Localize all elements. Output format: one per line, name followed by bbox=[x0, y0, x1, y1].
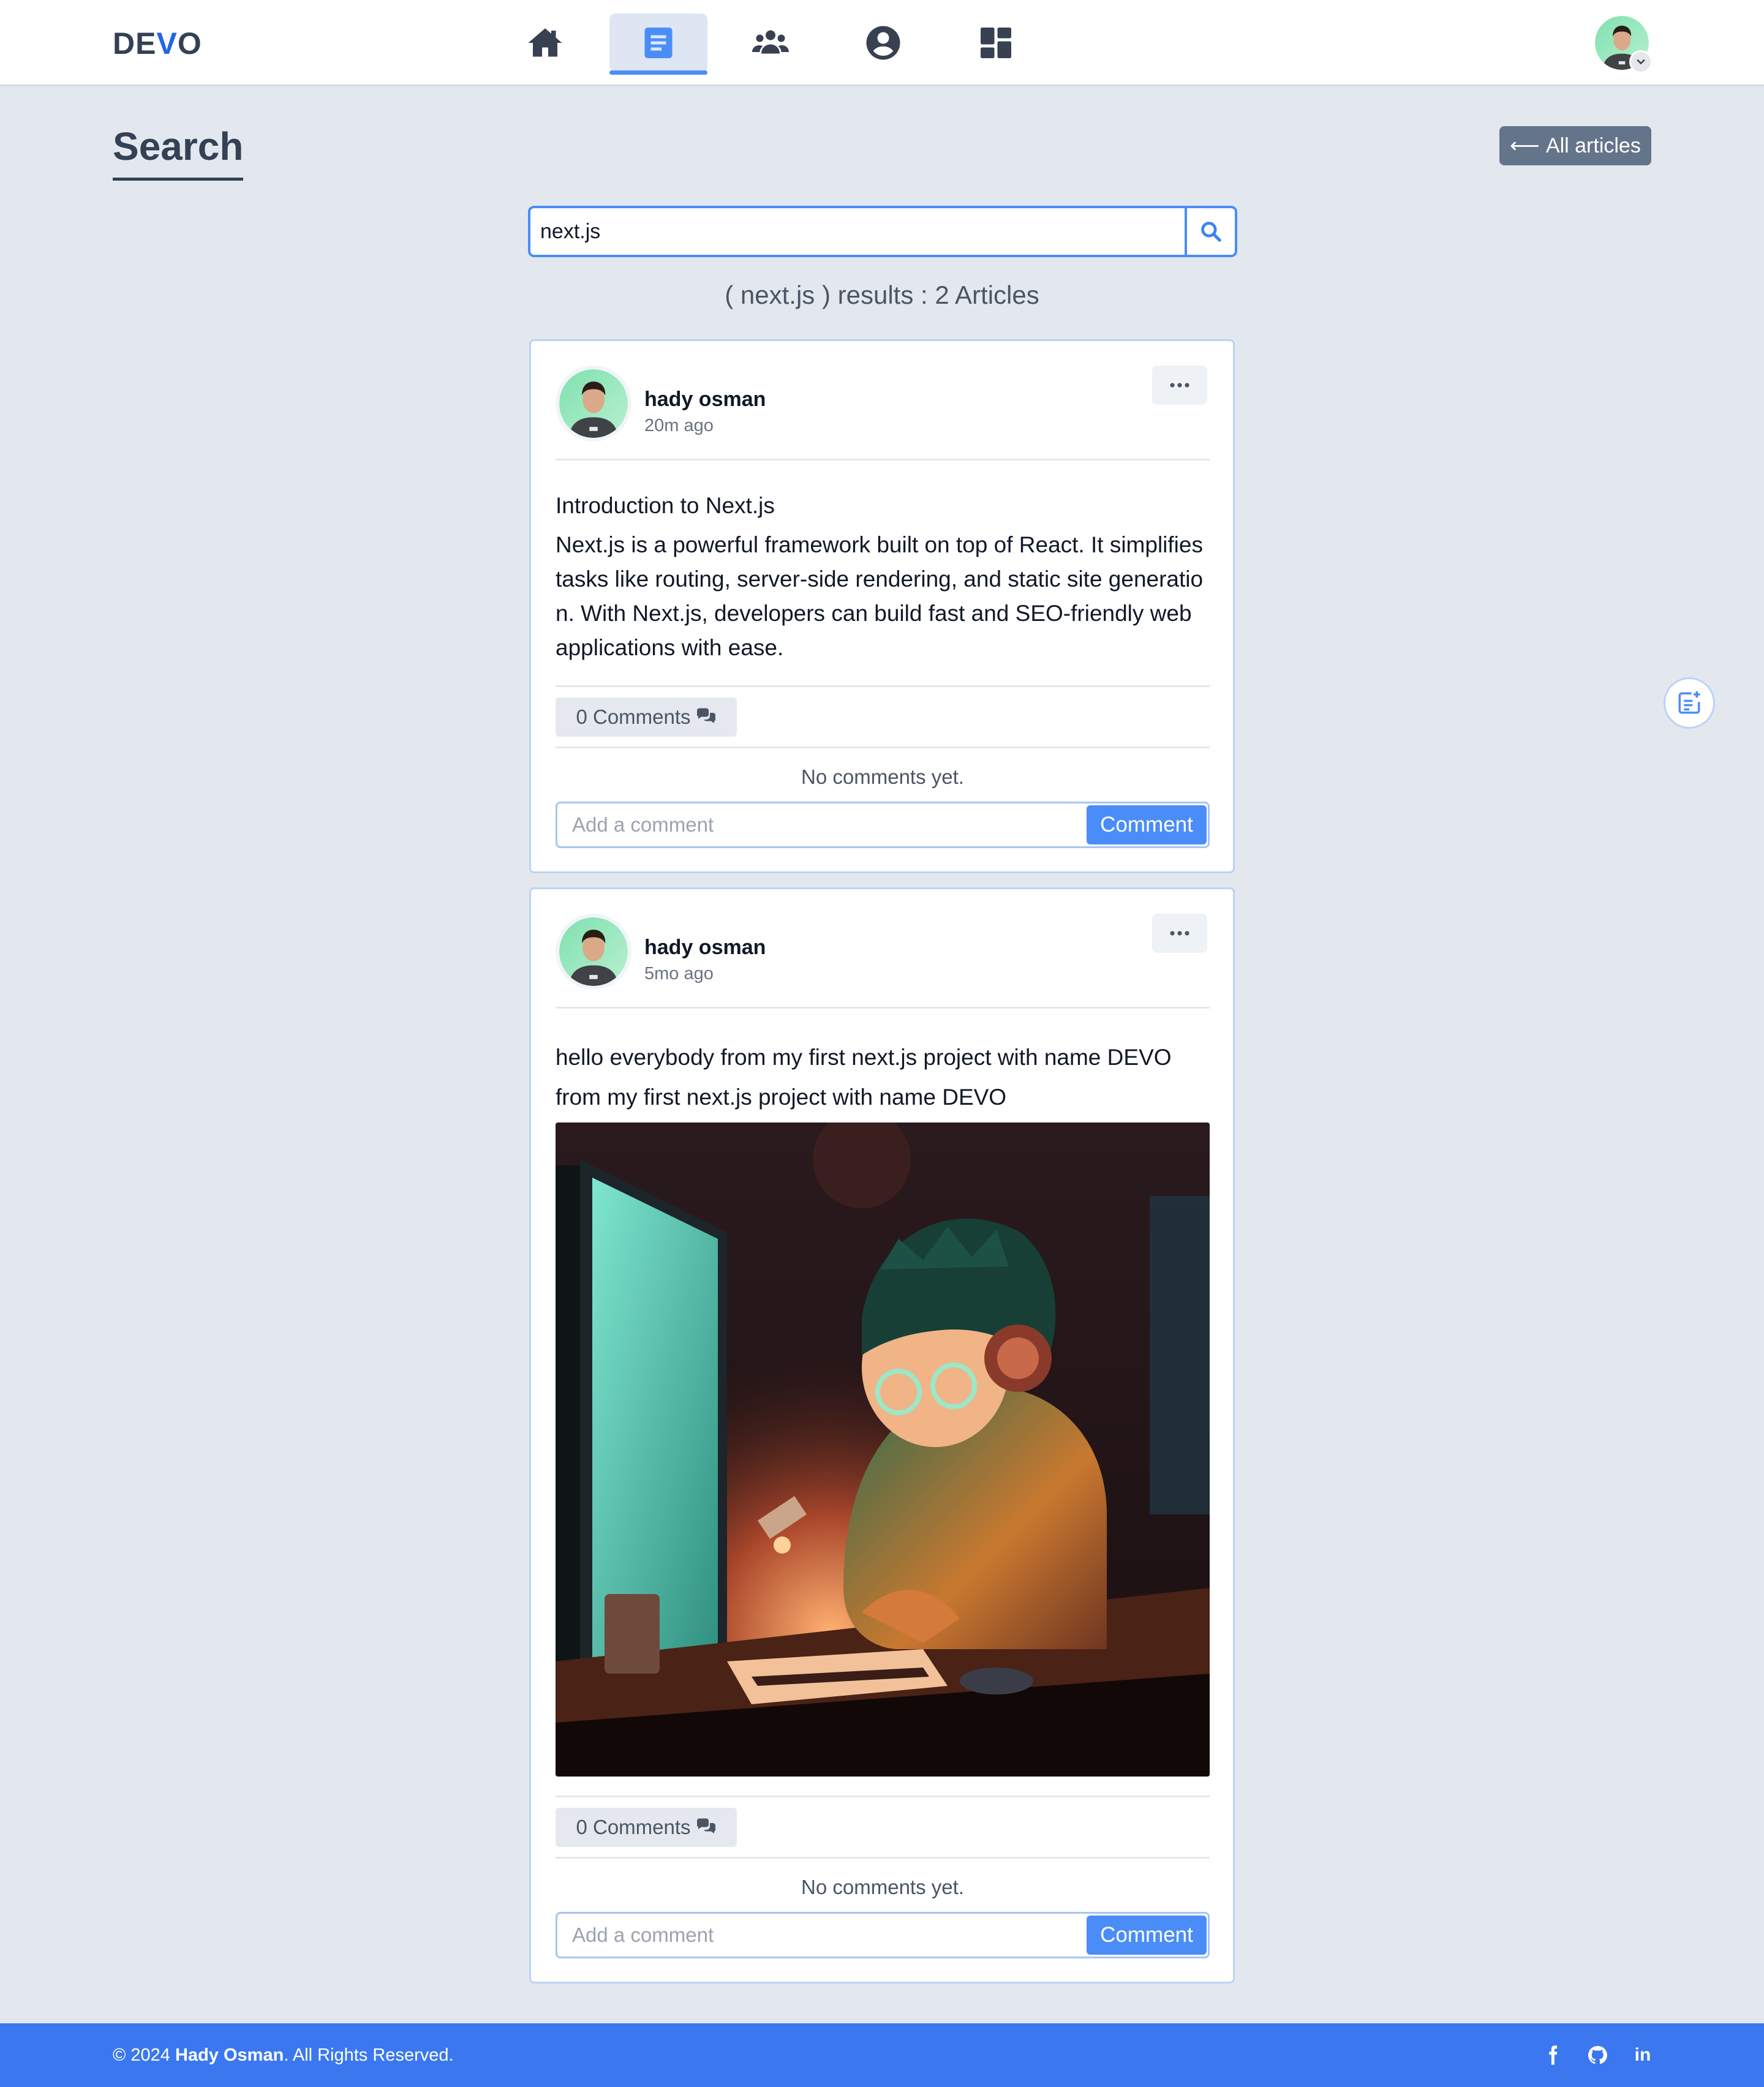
footer: © 2024 Hady Osman. All Rights Reserved. … bbox=[0, 2023, 1764, 2087]
add-article-icon bbox=[1678, 691, 1700, 714]
no-comments-text: No comments yet. bbox=[801, 1876, 964, 1898]
back-arrow-icon: ⟵ bbox=[1510, 134, 1540, 157]
no-comments-text: No comments yet. bbox=[801, 765, 964, 788]
post-time: 20m ago bbox=[644, 416, 714, 435]
divider bbox=[556, 746, 1210, 748]
article-title[interactable]: Introduction to Next.js bbox=[556, 493, 775, 519]
comments-toggle-button[interactable]: 0 Comments bbox=[556, 1808, 737, 1847]
top-navbar: DEVO bbox=[0, 0, 1764, 86]
devo-logo[interactable]: DEVO bbox=[113, 26, 202, 61]
comments-count: 0 Comments bbox=[576, 705, 691, 728]
nav-users[interactable] bbox=[722, 13, 820, 72]
comment-submit-button[interactable]: Comment bbox=[1087, 805, 1207, 844]
comment-form: Comment bbox=[556, 1912, 1210, 1958]
search-results-summary: ( next.js ) results : 2 Articles bbox=[725, 280, 1039, 309]
dashboard-icon bbox=[981, 28, 1011, 58]
search-bar bbox=[528, 206, 1237, 257]
avatar bbox=[559, 917, 628, 986]
articles-icon bbox=[644, 28, 673, 58]
article-card: hady osman 5mo ago hello everybody from … bbox=[529, 887, 1235, 1984]
add-article-button[interactable] bbox=[1664, 677, 1715, 729]
facebook-icon bbox=[1549, 2045, 1558, 2065]
article-header: hady osman 20m ago bbox=[556, 366, 1210, 442]
nav-articles[interactable] bbox=[609, 13, 707, 75]
post-time: 5mo ago bbox=[644, 964, 714, 983]
nav-profile[interactable] bbox=[834, 13, 932, 72]
comment-form: Comment bbox=[556, 802, 1210, 848]
user-avatar-menu[interactable] bbox=[1595, 16, 1653, 73]
more-options-button[interactable] bbox=[1152, 366, 1207, 405]
comment-input[interactable] bbox=[557, 803, 1084, 846]
article-card: hady osman 20m ago Introduction to Next.… bbox=[529, 339, 1235, 873]
article-image bbox=[556, 1122, 1210, 1777]
linkedin-link[interactable]: in bbox=[1629, 2042, 1656, 2069]
comments-icon bbox=[696, 1818, 715, 1833]
article-header: hady osman 5mo ago bbox=[556, 914, 1210, 990]
facebook-link[interactable] bbox=[1539, 2042, 1566, 2069]
all-articles-label: All articles bbox=[1545, 133, 1641, 157]
nav-home[interactable] bbox=[496, 13, 594, 72]
comment-input[interactable] bbox=[557, 1914, 1084, 1957]
search-input[interactable] bbox=[530, 208, 1185, 255]
article-body: from my first next.js project with name … bbox=[556, 1085, 1007, 1110]
author-avatar[interactable] bbox=[556, 366, 631, 442]
chevron-down-icon bbox=[1629, 50, 1653, 73]
author-name[interactable]: hady osman bbox=[644, 936, 766, 960]
author-avatar[interactable] bbox=[556, 914, 631, 990]
author-name[interactable]: hady osman bbox=[644, 388, 766, 412]
article-body: Next.js is a powerful framework built on… bbox=[556, 532, 1204, 660]
comments-count: 0 Comments bbox=[576, 1816, 691, 1838]
comments-icon bbox=[696, 708, 715, 723]
home-icon bbox=[528, 28, 562, 57]
page-title: Search bbox=[113, 124, 244, 181]
github-link[interactable] bbox=[1584, 2042, 1611, 2069]
avatar bbox=[559, 369, 628, 438]
article-title[interactable]: hello everybody from my first next.js pr… bbox=[556, 1045, 1172, 1070]
nav-dashboard[interactable] bbox=[947, 13, 1045, 72]
linkedin-icon: in bbox=[1634, 2045, 1651, 2065]
comments-toggle-button[interactable]: 0 Comments bbox=[556, 698, 737, 737]
search-icon bbox=[1201, 222, 1221, 242]
more-horizontal-icon bbox=[1170, 383, 1189, 388]
more-horizontal-icon bbox=[1170, 931, 1189, 936]
divider bbox=[556, 1796, 1210, 1797]
divider bbox=[556, 459, 1210, 461]
divider bbox=[556, 685, 1210, 687]
divider bbox=[556, 1857, 1210, 1859]
github-icon bbox=[1588, 2046, 1607, 2064]
users-icon bbox=[752, 30, 789, 54]
all-articles-button[interactable]: ⟵ All articles bbox=[1499, 126, 1651, 165]
profile-icon bbox=[866, 26, 900, 60]
search-button[interactable] bbox=[1185, 208, 1235, 255]
more-options-button[interactable] bbox=[1152, 914, 1207, 953]
comment-submit-button[interactable]: Comment bbox=[1087, 1916, 1207, 1955]
divider bbox=[556, 1007, 1210, 1009]
copyright-text: © 2024 Hady Osman. All Rights Reserved. bbox=[113, 2045, 454, 2065]
